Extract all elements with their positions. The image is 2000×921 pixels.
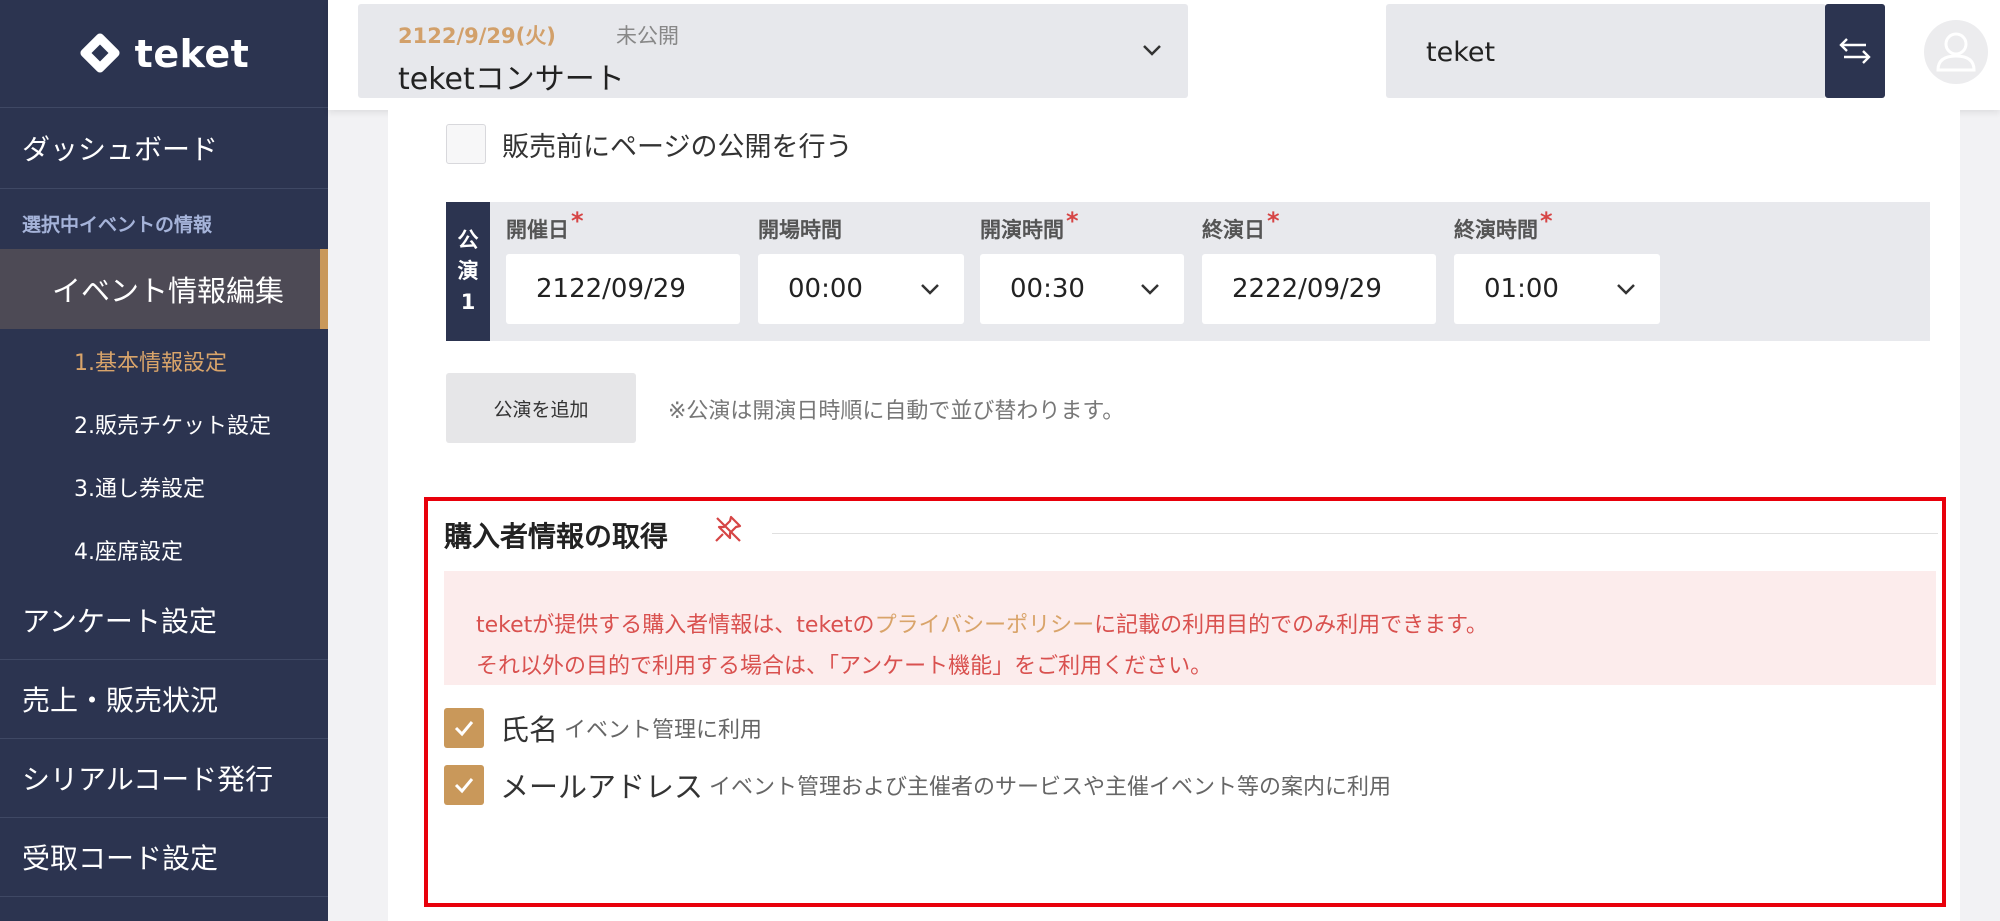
title-divider [772, 533, 1938, 534]
privacy-notice: teketが提供する購入者情報は、teketのプライバシーポリシーに記載の利用目… [444, 571, 1936, 685]
user-avatar-icon[interactable] [1924, 20, 1988, 84]
sidebar-item-survey[interactable]: アンケート設定 [0, 581, 328, 660]
end-date-value: 2222/09/29 [1232, 274, 1382, 304]
event-status: 未公開 [616, 24, 679, 48]
notice-text: teketが提供する購入者情報は、teketの [476, 613, 875, 638]
field-label: 開場時間 [758, 218, 842, 242]
notice-text: に記載の利用目的でのみ利用できます。 [1094, 613, 1488, 638]
chevron-down-icon [1143, 45, 1161, 56]
open-time-value: 00:30 [1010, 274, 1085, 304]
topbar: 2122/9/29(火) 未公開 teketコンサート teket [328, 0, 2000, 110]
publish-before-sale-checkbox[interactable] [446, 124, 486, 164]
performance-tag-char: 演 [457, 259, 479, 283]
sidebar-item-receive-code[interactable]: 受取コード設定 [0, 818, 328, 897]
organizer-field: teket [1386, 4, 1826, 98]
open-time-select[interactable]: 00:30 [980, 254, 1184, 324]
sidebar-item-dashboard[interactable]: ダッシュボード [0, 108, 328, 189]
notice-line-1: teketが提供する購入者情報は、teketのプライバシーポリシーに記載の利用目… [476, 605, 1936, 646]
name-option-desc: イベント管理に利用 [564, 718, 763, 743]
field-label: 開催日* [506, 207, 584, 242]
chevron-down-icon [1141, 284, 1159, 295]
performance-tag: 公 演 1 [446, 202, 490, 341]
event-date: 2122/9/29(火) [398, 24, 556, 48]
start-date-input[interactable]: 2122/09/29 [506, 254, 740, 324]
name-option: 氏名 イベント管理に利用 [444, 707, 762, 749]
end-time-select[interactable]: 01:00 [1454, 254, 1660, 324]
publish-before-sale-row: 販売前にページの公開を行う [446, 124, 852, 164]
publish-before-sale-label: 販売前にページの公開を行う [502, 131, 853, 163]
checkmark-icon [454, 778, 474, 794]
sidebar-item-sales[interactable]: 売上・販売状況 [0, 660, 328, 739]
event-name: teketコンサート [398, 62, 625, 97]
performance-tag-number: 1 [460, 290, 476, 314]
sidebar-item-serial-code[interactable]: シリアルコード発行 [0, 739, 328, 818]
add-performance-note: ※公演は開演日時順に自動で並び替わります。 [668, 399, 1125, 424]
end-time-value: 01:00 [1484, 274, 1559, 304]
chevron-down-icon [1617, 284, 1635, 295]
notice-line-2: それ以外の目的で利用する場合は、「アンケート機能」をご利用ください。 [476, 654, 1213, 679]
logo[interactable]: teket [0, 0, 328, 108]
field-label: 終演日* [1202, 207, 1280, 242]
end-date-input[interactable]: 2222/09/29 [1202, 254, 1436, 324]
checkmark-icon [454, 721, 474, 737]
sidebar-subitem-seats[interactable]: 4.座席設定 [0, 518, 328, 581]
logo-text: teket [134, 31, 250, 76]
required-mark: * [1066, 207, 1079, 235]
switch-organizer-button[interactable] [1825, 4, 1885, 98]
door-time-value: 00:00 [788, 274, 863, 304]
sidebar-item-event-edit[interactable]: イベント情報編集 [0, 249, 328, 329]
buyer-info-title: 購入者情報の取得 [444, 520, 669, 553]
sidebar: teket ダッシュボード 選択中イベントの情報 イベント情報編集 1.基本情報… [0, 0, 328, 921]
sidebar-subitem-tickets[interactable]: 2.販売チケット設定 [0, 392, 328, 455]
performance-tag-char: 公 [457, 228, 479, 252]
field-label: 開演時間* [980, 207, 1079, 242]
start-date-value: 2122/09/29 [536, 274, 686, 304]
sidebar-subitem-pass[interactable]: 3.通し券設定 [0, 455, 328, 518]
door-time-select[interactable]: 00:00 [758, 254, 964, 324]
email-option: メールアドレス イベント管理および主催者のサービスや主催イベント等の案内に利用 [444, 764, 1391, 806]
required-mark: * [571, 207, 584, 235]
email-option-desc: イベント管理および主催者のサービスや主催イベント等の案内に利用 [709, 775, 1392, 800]
buyer-info-section: 購入者情報の取得 teketが提供する購入者情報は、teketのプライバシーポリ… [424, 497, 1946, 907]
chevron-down-icon [921, 284, 939, 295]
privacy-policy-link[interactable]: プライバシーポリシー [875, 613, 1095, 638]
event-selector[interactable]: 2122/9/29(火) 未公開 teketコンサート [358, 4, 1188, 98]
name-option-label: 氏名 [500, 713, 559, 747]
required-mark: * [1267, 207, 1280, 235]
email-checkbox[interactable] [444, 765, 484, 805]
main-content: 販売前にページの公開を行う 公 演 1 開催日* 2122/09/29 開場時間… [388, 110, 1960, 921]
performance-row: 公 演 1 開催日* 2122/09/29 開場時間 00:00 開演時間* 0… [446, 202, 1930, 341]
sidebar-section-label: 選択中イベントの情報 [22, 214, 213, 236]
sidebar-subitem-basic-info[interactable]: 1.基本情報設定 [0, 329, 328, 392]
ticket-logo-icon [78, 31, 123, 76]
swap-arrows-icon [1839, 38, 1871, 64]
add-performance-button[interactable]: 公演を追加 [446, 373, 636, 443]
field-label: 終演時間* [1454, 207, 1553, 242]
required-mark: * [1540, 207, 1553, 235]
email-option-label: メールアドレス [500, 770, 704, 804]
pin-off-icon [715, 515, 742, 542]
organizer-name: teket [1426, 37, 1496, 68]
name-checkbox[interactable] [444, 708, 484, 748]
